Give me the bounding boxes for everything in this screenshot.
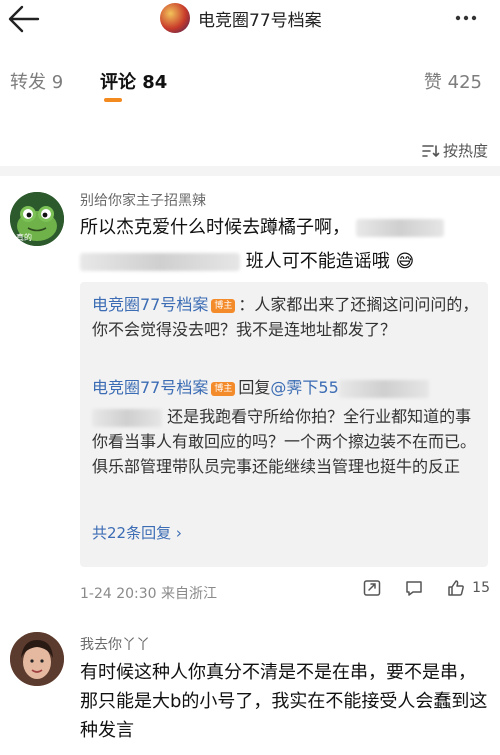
comment-location: 来自浙江: [161, 586, 218, 602]
comment-username[interactable]: 别给你家主子招黑辣: [80, 190, 206, 210]
redacted-blur: [338, 379, 429, 398]
tab-likes[interactable]: 赞 425: [424, 68, 482, 94]
thumbs-up-icon: [448, 580, 465, 596]
reply-to-mention[interactable]: @霁下55: [270, 378, 338, 397]
reply-item[interactable]: 电竞圈77号档案 博主 回复@霁下55 还是我跑看守所给你拍？全行业都知道的事你看当…: [92, 375, 482, 479]
replies-box: 电竞圈77号档案 博主 ：人家都出来了还搁这问问问的，你不会觉得没去吧？我不是连地址…: [80, 282, 488, 567]
tab-comments-label: 评论: [100, 72, 136, 93]
active-tab-indicator: [104, 98, 122, 102]
like-count: 15: [472, 580, 490, 596]
section-divider: [0, 166, 500, 176]
comment-text: 所以杰克爱什么时候去蹲橘子啊， 班人可不能造谣哦 😅: [80, 214, 490, 276]
redacted-blur: [80, 253, 240, 271]
tab-likes-label: 赞: [423, 72, 442, 93]
emoji-icon: 😅: [395, 251, 415, 272]
redacted-blur: [355, 219, 444, 237]
account-avatar[interactable]: [160, 3, 190, 33]
tab-repost[interactable]: 转发 9: [10, 68, 63, 94]
more-options-icon[interactable]: [454, 8, 478, 28]
reply-button[interactable]: [404, 578, 424, 598]
avatar[interactable]: [10, 632, 64, 686]
like-button[interactable]: 15: [446, 578, 490, 598]
tab-likes-count: 425: [447, 72, 482, 93]
reply-author[interactable]: 电竞圈77号档案: [92, 378, 208, 397]
tab-repost-count: 9: [51, 72, 64, 93]
sort-icon: [422, 144, 440, 157]
comment-bubble-icon: [406, 581, 422, 596]
redacted-blur: [92, 408, 162, 427]
comment-actions: 15: [340, 578, 490, 598]
reply-author[interactable]: 电竞圈77号档案: [92, 295, 208, 314]
author-badge: 博主: [211, 382, 236, 396]
comment-meta: 1-24 20:30 来自浙江: [80, 583, 217, 603]
avatar-caption: 真的: [16, 233, 32, 242]
page-title: 电竞圈77号档案: [198, 10, 322, 31]
comment-text-line: 班人可不能造谣哦: [245, 251, 390, 272]
tab-bar: 转发 9 评论 84 赞 425: [0, 62, 500, 102]
tab-comments[interactable]: 评论 84: [100, 68, 167, 94]
reply-item[interactable]: 电竞圈77号档案 博主 ：人家都出来了还搁这问问问的，你不会觉得没去吧？我不是连地址…: [92, 292, 482, 342]
avatar[interactable]: 真的: [10, 192, 64, 246]
share-icon: [363, 580, 381, 596]
top-bar: 电竞圈77号档案: [0, 0, 500, 40]
sort-by-hotness-button[interactable]: 按热度: [422, 140, 488, 161]
share-button[interactable]: [362, 578, 382, 598]
back-arrow-icon[interactable]: [6, 2, 42, 36]
view-all-replies-link[interactable]: 共22条回复 ›: [92, 522, 182, 543]
tab-repost-label: 转发: [10, 72, 46, 93]
comment-text: 有时候这种人你真分不清是不是在串，要不是串，那只能是大b的小号了，我实在不能接受…: [80, 662, 488, 741]
page-title-area[interactable]: 电竞圈77号档案: [160, 3, 322, 33]
author-badge: 博主: [211, 299, 236, 313]
tab-comments-count: 84: [142, 72, 168, 93]
comment-text-line: 所以杰克爱什么时候去蹲橘子啊，: [80, 217, 350, 238]
comment-time: 1-24 20:30: [80, 586, 157, 602]
reply-word: 回复: [238, 378, 271, 397]
comment-username[interactable]: 我去你丫丫: [80, 634, 150, 654]
sort-label: 按热度: [442, 142, 488, 160]
